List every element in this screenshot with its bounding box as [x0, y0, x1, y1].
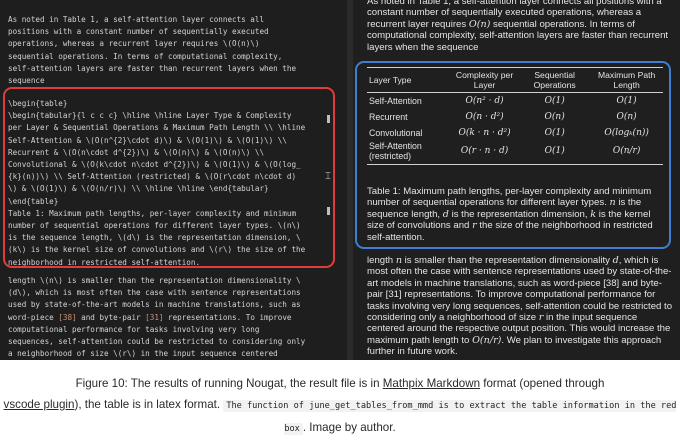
inline-code: The function of june_get_tables_from_mmd… — [223, 400, 677, 435]
table-cell: Recurrent — [369, 112, 408, 122]
table-cell: O(1) — [544, 128, 565, 138]
editor-line: used by state-of-the-art models in machi… — [8, 300, 301, 310]
mathpix-markdown-link[interactable]: Mathpix Markdown — [383, 377, 480, 390]
table-header: Sequential Operations — [519, 67, 591, 93]
math-inline: O(n) — [468, 18, 491, 30]
caption-text: format (opened through — [480, 377, 605, 390]
red-highlight-box — [3, 87, 335, 268]
scroll-marker[interactable] — [327, 207, 330, 215]
table-cell: O(n² · d) — [465, 96, 504, 106]
editor-line: As noted in Table 1, a self-attention la… — [8, 15, 265, 24]
table-header: Complexity per Layer — [449, 67, 520, 93]
table-row: Self-Attention (restricted) O(r · n · d)… — [367, 141, 663, 165]
table-cell: O(n/r) — [590, 141, 663, 165]
preview-paragraph-1: As noted in Table 1, a self-attention la… — [367, 0, 669, 53]
caption-text: Figure 10: The results of running Nougat… — [75, 377, 383, 390]
text-cursor-icon: ⌶ — [325, 171, 331, 182]
table-header: Layer Type — [367, 67, 450, 93]
editor-line: positions with a constant number of sequ… — [8, 27, 269, 37]
caption-text: ), the table is in latex format. — [74, 398, 224, 411]
table-caption: Table 1: Maximum path lengths, per-layer… — [367, 186, 653, 243]
table-cell: Self-Attention — [369, 96, 422, 106]
table-cell: O(1) — [544, 96, 565, 106]
editor-text: representations. To improve — [163, 312, 292, 322]
citation-ref[interactable]: [38] — [58, 313, 76, 322]
table-cell: Self-Attention (restricted) — [367, 141, 450, 165]
markdown-preview-pane[interactable]: As noted in Table 1, a self-attention la… — [353, 0, 680, 360]
table-cell: O(logₖ(n)) — [604, 128, 649, 138]
table-cell: O(n · d²) — [465, 112, 504, 122]
editor-line: computational performance for tasks invo… — [8, 324, 260, 334]
editor-line: sequential operations. In terms of compu… — [8, 51, 283, 61]
table-cell: O(1) — [616, 96, 637, 106]
editor-line: (d\), which is most often the case with … — [8, 288, 301, 298]
table-row: Convolutional O(k · n · d²) O(1) O(logₖ(… — [367, 125, 663, 141]
table-row: Self-Attention O(n² · d) O(1) O(1) — [367, 93, 663, 110]
editor-line: sequence — [8, 76, 45, 86]
scroll-marker[interactable] — [327, 115, 330, 123]
editor-line: self-attention layers are faster than re… — [8, 63, 297, 73]
editor-paragraph-1: As noted in Table 1, a self-attention la… — [8, 14, 296, 87]
editor-line: operations, whereas a recurrent layer re… — [8, 39, 260, 49]
editor-paragraph-2: length \(n\) is smaller than the represe… — [8, 275, 305, 360]
editor-text: word-piece — [8, 312, 59, 322]
table-cell: Convolutional — [369, 128, 423, 138]
citation-ref[interactable]: [31] — [145, 313, 163, 322]
screenshot: As noted in Table 1, a self-attention la… — [0, 0, 680, 360]
editor-line: length \(n\) is smaller than the represe… — [8, 276, 301, 285]
figure-caption: Figure 10: The results of running Nougat… — [0, 373, 680, 440]
vscode-plugin-link[interactable]: vscode plugin — [4, 398, 75, 411]
table-header: Maximum Path Length — [590, 67, 663, 93]
rendered-table: Layer Type Complexity per Layer Sequenti… — [367, 67, 663, 165]
editor-line: word-piece [38] and byte-pair [31] repre… — [8, 312, 305, 324]
editor-text: and byte-pair — [76, 312, 146, 322]
table-row: Recurrent O(n · d²) O(n) O(n) — [367, 109, 663, 125]
markdown-editor-pane[interactable]: As noted in Table 1, a self-attention la… — [0, 0, 347, 360]
editor-line: a neighborhood of size \(r\) in the inpu… — [8, 349, 278, 359]
caption-text: . Image by author. — [302, 421, 396, 434]
table-cell: O(k · n · d²) — [458, 128, 511, 138]
table-cell: O(1) — [519, 141, 591, 165]
editor-line: sequences, self-attention could be restr… — [8, 337, 306, 347]
table-cell: O(r · n · d) — [449, 141, 520, 165]
preview-paragraph-2: length n is smaller than the representat… — [367, 255, 673, 358]
table-cell: O(n) — [544, 112, 565, 122]
table-cell: O(n) — [616, 112, 637, 122]
